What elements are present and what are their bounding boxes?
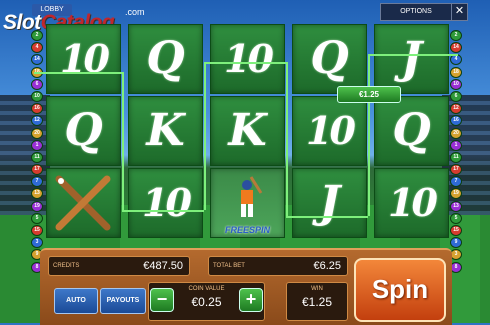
payline-marker-right[interactable]: 11 bbox=[450, 151, 462, 163]
payline-marker-right[interactable]: 17 bbox=[450, 164, 462, 176]
win-value: €1.25 bbox=[301, 295, 333, 309]
symbol-glyph: Q bbox=[146, 33, 185, 84]
payline-marker-left[interactable]: 11 bbox=[31, 151, 43, 163]
payline-marker-left[interactable]: 7 bbox=[31, 176, 43, 188]
payline-marker-right[interactable]: 5 bbox=[450, 212, 462, 224]
payline-marker-right[interactable]: 19 bbox=[450, 188, 462, 200]
reel-symbol: 10 bbox=[46, 24, 121, 94]
symbol-glyph: J bbox=[401, 33, 422, 84]
crossed-bats-icon bbox=[55, 175, 111, 231]
reel-grid: 10 Q Q K 10 10 K FREESPIN Q 10 J J Q 10 bbox=[34, 24, 458, 244]
line-win-badge: €1.25 bbox=[337, 86, 401, 103]
credits-value: €487.50 bbox=[143, 260, 183, 272]
payline-marker-left[interactable]: 10 bbox=[31, 90, 43, 102]
payline-marker-right[interactable]: 15 bbox=[450, 225, 462, 236]
winning-payline-segment bbox=[286, 216, 368, 218]
payline-marker-right[interactable]: 18 bbox=[450, 66, 462, 78]
payline-marker-right[interactable]: 20 bbox=[450, 127, 462, 139]
payline-marker-left[interactable]: 2 bbox=[31, 30, 43, 41]
winning-payline-segment bbox=[122, 210, 204, 212]
payline-markers-right: 2 14 4 18 10 6 12 16 20 1 11 17 7 19 13 5 15 9 3 8 bbox=[450, 30, 462, 274]
payline-marker-right[interactable]: 13 bbox=[450, 200, 462, 212]
options-button[interactable]: OPTIONS bbox=[380, 3, 452, 21]
symbol-glyph: K bbox=[228, 105, 267, 156]
payline-marker-left[interactable]: 19 bbox=[31, 200, 43, 212]
logo-com: .com bbox=[125, 7, 145, 17]
payouts-button[interactable]: PAYOUTS bbox=[100, 288, 146, 314]
reel-symbol: 10 bbox=[292, 96, 367, 166]
reel-symbol: J bbox=[292, 168, 367, 238]
payline-marker-right[interactable]: 10 bbox=[450, 78, 462, 90]
control-panel: CREDITS €487.50 TOTAL BET €6.25 AUTO PAY… bbox=[40, 248, 452, 325]
reel-symbol: K bbox=[210, 96, 285, 166]
payline-marker-right[interactable]: 7 bbox=[450, 176, 462, 188]
coin-decrease-button[interactable]: − bbox=[150, 288, 174, 312]
payline-marker-right[interactable]: 9 bbox=[450, 237, 462, 249]
freespin-symbol: FREESPIN bbox=[210, 168, 285, 238]
winning-payline-segment bbox=[368, 54, 458, 56]
win-label: WIN bbox=[311, 286, 323, 292]
payline-marker-left[interactable]: 15 bbox=[31, 225, 43, 236]
reel-symbol: Q bbox=[128, 24, 203, 94]
winning-payline-segment bbox=[204, 62, 206, 210]
close-button[interactable]: ✕ bbox=[451, 3, 468, 21]
payline-marker-left[interactable]: 3 bbox=[31, 237, 43, 249]
payline-marker-right[interactable]: 16 bbox=[450, 115, 462, 127]
payline-marker-left[interactable]: 14 bbox=[31, 54, 43, 66]
winning-payline-segment bbox=[368, 54, 370, 216]
payline-markers-left: 2 4 14 18 6 10 16 12 20 1 11 17 7 13 19 5 15 3 9 8 bbox=[31, 30, 43, 274]
total-bet-value: €6.25 bbox=[313, 260, 341, 272]
reel-symbol: Q bbox=[292, 24, 367, 94]
reel-symbol: Q bbox=[374, 96, 449, 166]
payline-marker-left[interactable]: 20 bbox=[31, 127, 43, 139]
payline-marker-left[interactable]: 1 bbox=[31, 139, 43, 151]
symbol-glyph: J bbox=[319, 177, 340, 228]
winning-payline-segment bbox=[286, 62, 288, 216]
payline-marker-left[interactable]: 13 bbox=[31, 188, 43, 200]
payline-marker-left[interactable]: 17 bbox=[31, 164, 43, 176]
payline-marker-right[interactable]: 4 bbox=[450, 54, 462, 66]
payline-marker-left[interactable]: 4 bbox=[31, 42, 43, 54]
payline-marker-left[interactable]: 16 bbox=[31, 103, 43, 115]
payline-marker-right[interactable]: 6 bbox=[450, 90, 462, 102]
reel-symbol: 10 bbox=[374, 168, 449, 238]
winning-payline-segment bbox=[34, 72, 122, 74]
total-bet-label: TOTAL BET bbox=[213, 263, 245, 269]
symbol-glyph: 10 bbox=[306, 108, 356, 153]
crossed-bats-symbol bbox=[46, 168, 121, 238]
win-field: WIN €1.25 bbox=[286, 282, 348, 321]
symbol-glyph: K bbox=[146, 105, 185, 156]
symbol-glyph: Q bbox=[64, 105, 103, 156]
auto-button[interactable]: AUTO bbox=[54, 288, 98, 314]
symbol-glyph: 10 bbox=[388, 180, 438, 225]
winning-payline-segment bbox=[204, 62, 286, 64]
payline-marker-left[interactable]: 6 bbox=[31, 78, 43, 90]
reel-symbol: 10 bbox=[210, 24, 285, 94]
payline-marker-right[interactable]: 12 bbox=[450, 103, 462, 115]
reel-symbol: 10 bbox=[128, 168, 203, 238]
credits-field: CREDITS €487.50 bbox=[48, 256, 190, 276]
coin-increase-button[interactable]: + bbox=[239, 288, 263, 312]
reel-symbol: J bbox=[374, 24, 449, 94]
payline-marker-right[interactable]: 14 bbox=[450, 42, 462, 54]
symbol-glyph: 10 bbox=[142, 180, 192, 225]
symbol-glyph: Q bbox=[392, 105, 431, 156]
payline-marker-right[interactable]: 1 bbox=[450, 139, 462, 151]
reel-symbol: Q bbox=[46, 96, 121, 166]
batter-icon bbox=[241, 176, 263, 217]
freespin-label: FREESPIN bbox=[224, 225, 270, 235]
payline-marker-right[interactable]: 2 bbox=[450, 30, 462, 41]
symbol-glyph: 10 bbox=[224, 36, 274, 81]
symbol-glyph: Q bbox=[310, 33, 349, 84]
credits-label: CREDITS bbox=[53, 263, 80, 269]
spin-button[interactable]: Spin bbox=[354, 258, 446, 322]
total-bet-field: TOTAL BET €6.25 bbox=[208, 256, 348, 276]
reel-symbol: K bbox=[128, 96, 203, 166]
winning-payline-segment bbox=[122, 72, 124, 210]
payline-marker-left[interactable]: 12 bbox=[31, 115, 43, 127]
symbol-glyph: 10 bbox=[60, 36, 110, 81]
payline-marker-left[interactable]: 5 bbox=[31, 212, 43, 224]
